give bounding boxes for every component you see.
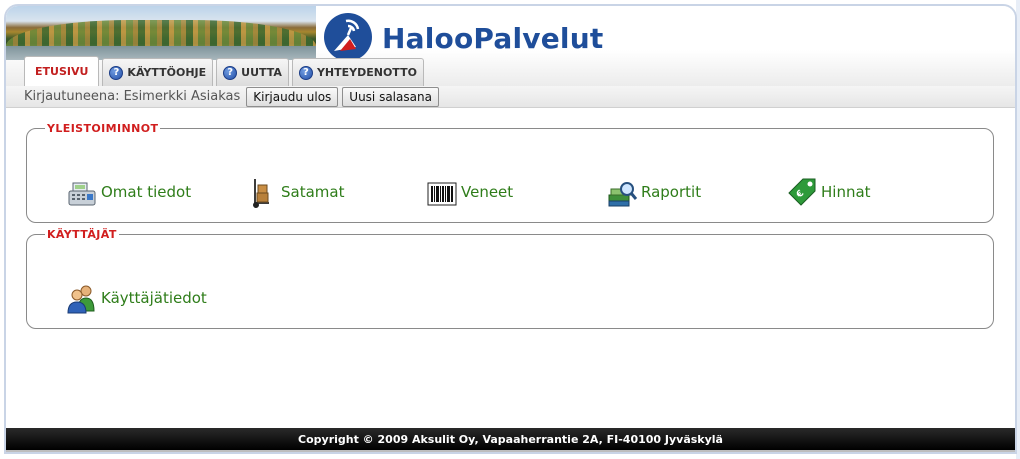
help-icon: ? [298, 65, 313, 80]
link-omat-tiedot[interactable]: Omat tiedot [65, 175, 191, 209]
link-satamat[interactable]: Satamat [245, 175, 344, 209]
users-icon [65, 281, 99, 315]
users-legend: KÄYTTÄJÄT [47, 228, 117, 241]
link-hinnat[interactable]: € Hinnat [785, 175, 871, 209]
link-veneet[interactable]: Veneet [425, 175, 513, 209]
hand-truck-icon [245, 175, 279, 209]
logo-emblem-icon [322, 11, 374, 63]
user-bar: Kirjautuneena: Esimerkki Asiakas Kirjaud… [6, 86, 1015, 108]
tab-label: KÄYTTÖOHJE [127, 66, 207, 79]
logout-button[interactable]: Kirjaudu ulos [246, 86, 339, 107]
help-icon: ? [109, 65, 124, 80]
link-kayttajatiedot[interactable]: Käyttäjätiedot [65, 281, 207, 315]
tab-label: YHTEYDENOTTO [316, 66, 417, 79]
help-icon: ? [223, 65, 238, 80]
link-label: Veneet [461, 183, 514, 201]
price-tag-icon: € [785, 175, 819, 209]
barcode-icon [425, 175, 459, 209]
logged-in-text: Kirjautuneena: Esimerkki Asiakas [24, 89, 241, 104]
tab-label: UUTTA [241, 66, 282, 79]
footer: Copyright © 2009 Aksulit Oy, Vapaaherran… [6, 428, 1015, 450]
tab-etusivu[interactable]: ETUSIVU [24, 56, 100, 86]
new-password-button[interactable]: Uusi salasana [342, 86, 439, 107]
tab-kayttoohje[interactable]: ? KÄYTTÖOHJE [102, 58, 214, 86]
users-panel: KÄYTTÄJÄT Käyttäjätiedot [26, 228, 994, 329]
tab-uutta[interactable]: ? UUTTA [216, 58, 289, 86]
link-label: Satamat [281, 183, 345, 201]
footer-divider [6, 450, 1015, 452]
cash-register-icon [65, 175, 99, 209]
photo-trees [6, 20, 316, 46]
tab-yhteydenotto[interactable]: ? YHTEYDENOTTO [291, 58, 424, 86]
link-label: Hinnat [821, 183, 871, 201]
general-functions-legend: YLEISTOIMINNOT [47, 122, 159, 135]
header-landscape-photo [6, 6, 316, 60]
link-label: Omat tiedot [101, 183, 192, 201]
link-label: Raportit [641, 183, 702, 201]
main-tabs: ETUSIVU ? KÄYTTÖOHJE ? UUTTA ? YHTEYDENO… [24, 56, 424, 86]
link-raportit[interactable]: Raportit [605, 175, 701, 209]
general-functions-panel: YLEISTOIMINNOT Omat tiedot Satamat Venee… [26, 122, 994, 223]
tab-label: ETUSIVU [35, 65, 89, 78]
link-label: Käyttäjätiedot [101, 289, 207, 307]
report-magnifier-icon [605, 175, 639, 209]
copyright-text: Copyright © 2009 Aksulit Oy, Vapaaherran… [298, 432, 723, 446]
logo-text: HalooPalvelut [382, 22, 604, 55]
